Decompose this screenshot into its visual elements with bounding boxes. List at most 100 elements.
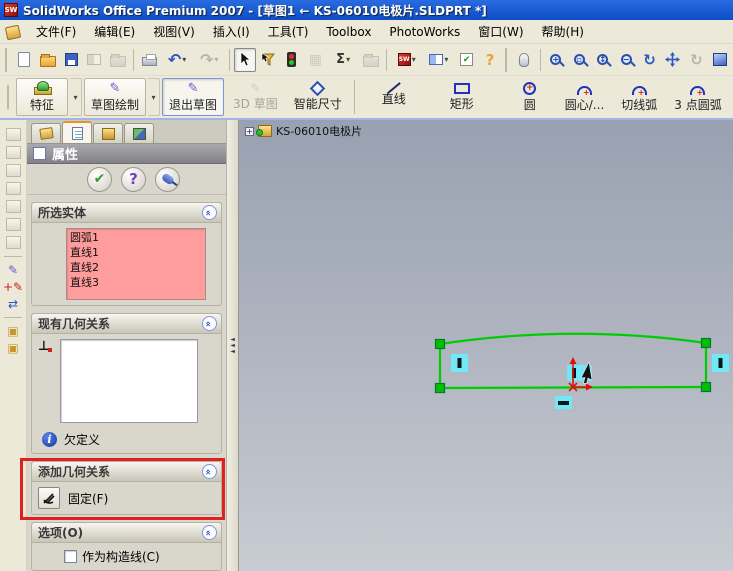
tab-propertymanager[interactable] [62, 121, 92, 143]
toolbar-grip[interactable] [5, 47, 9, 72]
list-item[interactable]: 圆弧1 [70, 230, 202, 245]
tangent-arc-button[interactable]: 切线弧 [613, 78, 665, 116]
sketch-dropdown[interactable]: ▾ [148, 78, 161, 116]
save-button[interactable] [60, 48, 82, 72]
undo-button[interactable]: ↶ ▾ [161, 48, 192, 72]
list-item[interactable]: 直线3 [70, 275, 202, 290]
add-point-icon[interactable]: +✎ [3, 281, 23, 293]
pan-button[interactable] [662, 48, 684, 72]
rotate-disabled-icon: ↻ [690, 50, 703, 69]
menu-edit[interactable]: 编辑(E) [86, 20, 143, 43]
sketch-arc[interactable] [439, 332, 707, 346]
vertex-handle[interactable] [434, 338, 446, 350]
rotate-view-button[interactable]: ↻ [638, 48, 660, 72]
options-section: 选项(O) » 作为构造线(C) [31, 522, 222, 571]
split-window-button[interactable]: ▾ [423, 48, 454, 72]
toolbar-grip[interactable] [505, 47, 509, 72]
collapse-chevron-icon[interactable]: » [202, 525, 217, 540]
vertex-handle[interactable] [434, 382, 446, 394]
list-item[interactable]: 直线1 [70, 245, 202, 260]
move-entities-icon[interactable]: ⇄ [8, 298, 18, 310]
measure-dropdown-icon[interactable]: ▾ [346, 55, 350, 64]
menu-help[interactable]: 帮助(H) [534, 20, 592, 43]
select-button[interactable] [233, 47, 257, 72]
new-button[interactable] [13, 48, 35, 72]
zoom-in-out-button[interactable]: ↕ [592, 48, 614, 72]
measure-button[interactable]: Σ ▾ [328, 48, 359, 72]
undo-dropdown-icon[interactable]: ▾ [182, 55, 186, 64]
selected-entities-header[interactable]: 所选实体 » [32, 203, 221, 223]
tab-featuremanager[interactable] [31, 123, 61, 143]
toolbar-grip[interactable] [7, 85, 11, 109]
stop-macro-button[interactable] [281, 48, 303, 72]
shaded-view-button[interactable] [709, 48, 731, 72]
rectangle-button[interactable]: 矩形 [436, 78, 488, 116]
smart-dimension-button[interactable]: 智能尺寸 [287, 78, 349, 116]
exit-sketch-button[interactable]: ✎ 退出草图 [162, 78, 225, 116]
menu-view[interactable]: 视图(V) [145, 20, 203, 43]
select-move-button[interactable] [513, 48, 535, 72]
list-item[interactable]: 直线2 [70, 260, 202, 275]
zoom-to-fit-button[interactable]: + [545, 48, 567, 72]
print-button[interactable] [138, 48, 160, 72]
tab-displaymanager[interactable] [124, 123, 154, 143]
hidden-lines-visible-icon[interactable] [5, 146, 21, 159]
help-button[interactable]: ? [479, 48, 501, 72]
selection-filter-button[interactable] [257, 48, 279, 72]
menu-tools[interactable]: 工具(T) [260, 20, 317, 43]
sketch-button[interactable]: ✎ 草图绘制 [84, 78, 147, 116]
line-button[interactable]: 直线 [368, 78, 420, 116]
graphics-viewport[interactable]: + KS-06010电极片 [239, 120, 733, 571]
document-menu-icon[interactable] [4, 24, 22, 40]
construction-line-checkbox[interactable] [64, 550, 77, 563]
shaded-icon[interactable] [5, 200, 21, 213]
menu-window[interactable]: 窗口(W) [470, 20, 531, 43]
shadows-icon[interactable] [5, 218, 21, 231]
pin-button[interactable] [155, 166, 180, 192]
three-point-arc-button[interactable]: 3 点圆弧 [667, 78, 728, 116]
collapse-chevron-icon[interactable]: » [202, 464, 217, 479]
options-button[interactable]: ✔ [455, 48, 477, 72]
options-header[interactable]: 选项(O) » [32, 523, 221, 543]
resources-dropdown-icon[interactable]: ▾ [412, 55, 416, 64]
menu-toolbox[interactable]: Toolbox [318, 22, 379, 42]
collapse-chevron-icon[interactable]: » [202, 205, 217, 220]
split-dropdown-icon[interactable]: ▾ [444, 55, 448, 64]
panel-splitter[interactable]: ◄ ◄ ◄ [226, 120, 239, 571]
menu-photoworks[interactable]: PhotoWorks [381, 22, 468, 42]
offset-entities-icon[interactable]: ▣ [7, 342, 18, 354]
add-relations-header[interactable]: 添加几何关系 » [32, 462, 221, 482]
sketch-drawing[interactable] [239, 120, 732, 571]
vertex-handle[interactable] [700, 337, 712, 349]
open-button[interactable] [36, 48, 58, 72]
edit-sketch-icon[interactable]: ✎ [8, 264, 18, 276]
centerpoint-arc-button[interactable]: 圆心/... [558, 78, 612, 116]
existing-relations-header[interactable]: 现有几何关系 » [32, 314, 221, 334]
features-dropdown[interactable]: ▾ [70, 78, 82, 116]
convert-entities-icon[interactable]: ▣ [7, 325, 18, 337]
zoom-to-area-button[interactable]: ▫ [568, 48, 590, 72]
circle-button[interactable]: + 圆 [504, 78, 556, 116]
features-icon [34, 81, 52, 95]
zoom-to-selection-button[interactable]: − [615, 48, 637, 72]
open-folder-icon [39, 53, 56, 67]
menu-insert[interactable]: 插入(I) [205, 20, 258, 43]
vertex-handle[interactable] [700, 381, 712, 393]
solidworks-resources-button[interactable]: SW ▾ [391, 48, 422, 72]
title-bar[interactable]: SW SolidWorks Office Premium 2007 - [草图1… [0, 0, 733, 20]
wireframe-view-icon[interactable] [5, 128, 21, 141]
selected-entities-list[interactable]: 圆弧1 直线1 直线2 直线3 [66, 228, 206, 300]
panel-help-button[interactable]: ? [121, 166, 146, 192]
sketch-3d-button: ✎ 3D 草图 [226, 78, 285, 116]
collapse-chevron-icon[interactable]: » [202, 316, 217, 331]
existing-relations-list[interactable] [60, 339, 198, 423]
menu-file[interactable]: 文件(F) [28, 20, 84, 43]
ok-button[interactable]: ✔ [87, 166, 112, 192]
fix-relation-button[interactable] [38, 487, 60, 509]
hidden-lines-removed-icon[interactable] [5, 164, 21, 177]
section-view-icon[interactable] [5, 236, 21, 249]
tab-configurationmanager[interactable] [93, 123, 123, 143]
features-button[interactable]: 特征 [16, 78, 68, 116]
construction-line-label: 作为构造线(C) [82, 550, 160, 564]
shaded-with-edges-icon[interactable] [5, 182, 21, 195]
